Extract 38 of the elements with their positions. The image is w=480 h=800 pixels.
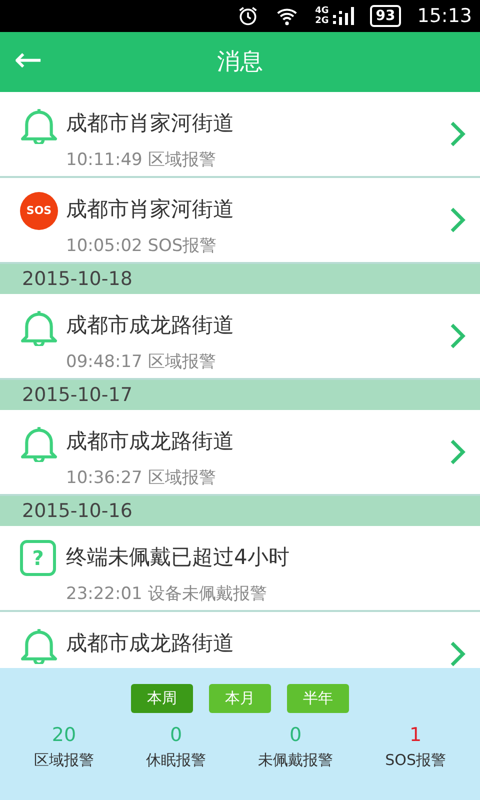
bell-icon bbox=[20, 106, 58, 144]
message-title: 成都市肖家河街道 bbox=[66, 196, 235, 223]
battery-level: 93 bbox=[370, 5, 402, 27]
message-title: 成都市成龙路街道 bbox=[66, 428, 235, 455]
bell-icon bbox=[20, 424, 58, 462]
message-title: 成都市肖家河街道 bbox=[66, 110, 235, 137]
stat-label: 未佩戴报警 bbox=[258, 750, 334, 771]
date-header: 2015-10-18 bbox=[0, 264, 480, 294]
message-item[interactable]: 成都市肖家河街道 10:11:49 区域报警 bbox=[0, 92, 480, 178]
screen-title: 消息 bbox=[217, 48, 263, 77]
stat-value: 20 bbox=[52, 722, 76, 748]
message-time: 23:22:01 设备未佩戴报警 bbox=[66, 582, 268, 606]
message-time: 10:11:49 区域报警 bbox=[66, 148, 217, 172]
message-time: 09:48:17 区域报警 bbox=[66, 350, 217, 374]
bell-icon bbox=[20, 626, 58, 664]
stat-value: 1 bbox=[409, 722, 422, 748]
network-label: 4G bbox=[315, 6, 329, 16]
message-title: 终端未佩戴已超过4小时 bbox=[66, 544, 290, 571]
stat-label: 休眠报警 bbox=[146, 750, 206, 771]
alarm-icon bbox=[237, 5, 260, 27]
stat-label: SOS报警 bbox=[385, 750, 446, 771]
message-time: 10:36:27 区域报警 bbox=[66, 466, 217, 490]
message-time: 10:05:02 SOS报警 bbox=[66, 234, 218, 258]
help-icon: ? bbox=[20, 540, 56, 576]
message-title: 成都市成龙路街道 bbox=[66, 312, 235, 339]
signal-icon bbox=[332, 7, 354, 25]
date-header: 2015-10-17 bbox=[0, 380, 480, 410]
period-tab[interactable]: 本周 bbox=[131, 684, 193, 712]
clock: 15:13 bbox=[417, 4, 472, 29]
message-title: 成都市成龙路街道 bbox=[66, 630, 235, 657]
sos-icon: SOS bbox=[20, 192, 58, 230]
stat-value: 0 bbox=[170, 722, 182, 748]
bell-icon bbox=[20, 308, 58, 346]
network-label: 2G bbox=[315, 16, 329, 26]
date-header: 2015-10-16 bbox=[0, 496, 480, 526]
message-item[interactable]: ? 终端未佩戴已超过4小时 23:22:01 设备未佩戴报警 bbox=[0, 526, 480, 612]
stat-label: 区域报警 bbox=[34, 750, 94, 771]
stat-value: 0 bbox=[290, 722, 302, 748]
